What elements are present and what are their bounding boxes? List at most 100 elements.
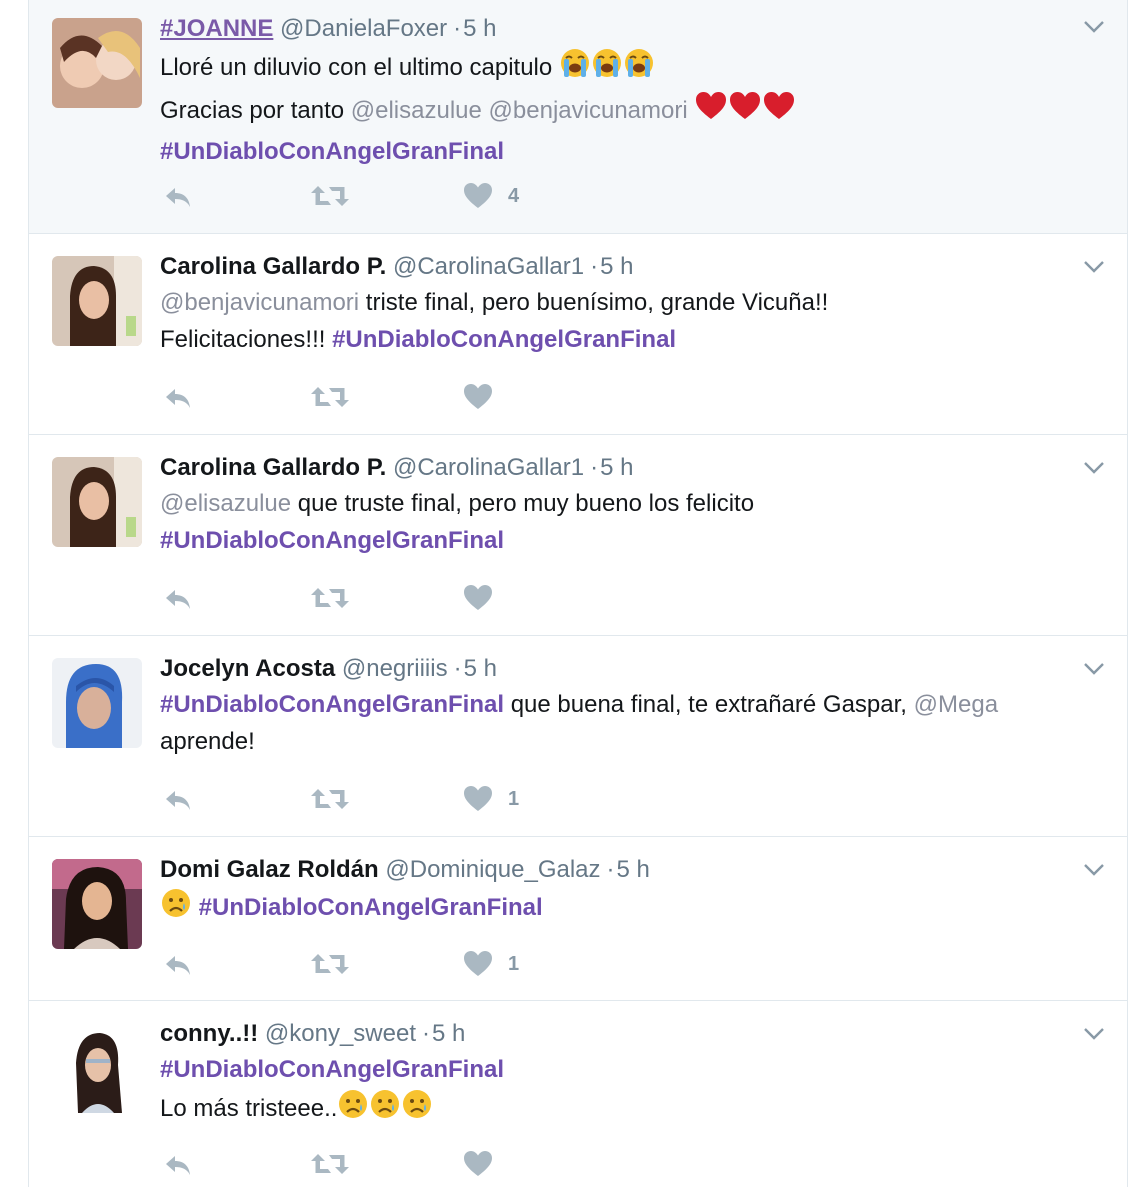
user-fullname[interactable]: conny..!! xyxy=(160,1020,258,1047)
tweet-header: Domi Galaz Roldán @Dominique_Galaz ·5 h xyxy=(160,855,1097,885)
hashtag-link[interactable]: #UnDiabloConAngelGranFinal xyxy=(332,326,676,353)
heart-icon xyxy=(462,1148,494,1180)
user-handle[interactable]: @CarolinaGallar1 xyxy=(393,253,584,280)
retweet-button[interactable] xyxy=(310,948,350,980)
tweet-header: Carolina Gallardo P. @CarolinaGallar1·5 … xyxy=(160,252,1097,282)
tweet-text: #UnDiabloConAngelGranFinal que buena fin… xyxy=(160,686,1097,760)
tweet-timestamp[interactable]: 5 h xyxy=(600,454,633,481)
reply-icon xyxy=(162,1148,194,1180)
separator-dot: · xyxy=(453,655,462,682)
mention-link[interactable]: @elisazulue xyxy=(160,490,291,517)
mention-link[interactable]: @elisazulue xyxy=(351,97,482,124)
like-button[interactable]: 1 xyxy=(462,948,519,980)
heart-icon xyxy=(462,582,494,614)
hashtag-link[interactable]: #UnDiabloConAngelGranFinal xyxy=(199,894,543,921)
retweet-icon xyxy=(310,381,350,413)
reply-button[interactable] xyxy=(162,948,194,980)
reply-icon xyxy=(162,582,194,614)
retweet-button[interactable] xyxy=(310,381,350,413)
separator-dot: · xyxy=(453,15,462,42)
tweet-text-segment: triste final, pero buenísimo, grande Vic… xyxy=(359,289,829,316)
tweet-text-segment: Lloré un diluvio con el ultimo capitulo xyxy=(160,54,553,81)
reply-button[interactable] xyxy=(162,783,194,815)
tweet-header: conny..!! @kony_sweet ·5 h xyxy=(160,1019,1097,1049)
reply-icon xyxy=(162,948,194,980)
chevron-down-icon[interactable] xyxy=(1083,20,1105,34)
chevron-down-icon[interactable] xyxy=(1083,662,1105,676)
tweet[interactable]: Jocelyn Acosta @negriiiis ·5 h #UnDiabloC… xyxy=(29,636,1127,837)
red-heart-icon xyxy=(694,90,796,133)
tweet-text-segment: Lo más tristeee.. xyxy=(160,1095,338,1122)
avatar[interactable] xyxy=(52,859,142,949)
tweet-text-segment: Gracias por tanto xyxy=(160,97,345,124)
reply-icon xyxy=(162,381,194,413)
tweet[interactable]: Carolina Gallardo P. @CarolinaGallar1·5 … xyxy=(29,435,1127,636)
retweet-button[interactable] xyxy=(310,180,350,212)
user-handle[interactable]: @Dominique_Galaz xyxy=(385,856,600,883)
avatar[interactable] xyxy=(52,18,142,108)
user-fullname[interactable]: #JOANNE xyxy=(160,15,273,42)
tweet-text-segment: aprende! xyxy=(160,728,255,755)
tweet-timestamp[interactable]: 5 h xyxy=(432,1020,465,1047)
chevron-down-icon[interactable] xyxy=(1083,461,1105,475)
reply-button[interactable] xyxy=(162,582,194,614)
chevron-down-icon[interactable] xyxy=(1083,260,1105,274)
tweet-text-segment: que truste final, pero muy bueno los fel… xyxy=(297,490,755,517)
like-count: 1 xyxy=(508,787,520,810)
like-button[interactable] xyxy=(462,1148,508,1180)
tweet-timestamp[interactable]: 5 h xyxy=(463,15,496,42)
tweet-header: #JOANNE @DanielaFoxer ·5 h xyxy=(160,14,1097,44)
like-count: 4 xyxy=(508,184,520,207)
retweet-button[interactable] xyxy=(310,582,350,614)
reply-icon xyxy=(162,180,194,212)
tweet[interactable]: #JOANNE @DanielaFoxer ·5 h Lloré un diluv… xyxy=(29,0,1127,234)
user-handle[interactable]: @CarolinaGallar1 xyxy=(393,454,584,481)
avatar[interactable] xyxy=(52,1023,142,1113)
like-button[interactable] xyxy=(462,582,508,614)
reply-icon xyxy=(162,783,194,815)
like-button[interactable] xyxy=(462,381,508,413)
reply-button[interactable] xyxy=(162,1148,194,1180)
heart-icon xyxy=(462,948,494,980)
retweet-icon xyxy=(310,180,350,212)
reply-button[interactable] xyxy=(162,180,194,212)
tweet-timestamp[interactable]: 5 h xyxy=(600,253,633,280)
retweet-icon xyxy=(310,948,350,980)
hashtag-link[interactable]: #UnDiabloConAngelGranFinal xyxy=(160,138,504,165)
chevron-down-icon[interactable] xyxy=(1083,863,1105,877)
hashtag-link[interactable]: #UnDiabloConAngelGranFinal xyxy=(160,691,504,718)
tweet-timestamp[interactable]: 5 h xyxy=(464,655,497,682)
tweet-timestamp[interactable]: 5 h xyxy=(617,856,650,883)
avatar[interactable] xyxy=(52,658,142,748)
mention-link[interactable]: @Mega xyxy=(914,691,998,718)
tweet-text: @elisazulue que truste final, pero muy b… xyxy=(160,485,1097,559)
retweet-icon xyxy=(310,582,350,614)
avatar[interactable] xyxy=(52,256,142,346)
user-fullname[interactable]: Carolina Gallardo P. xyxy=(160,253,386,280)
reply-button[interactable] xyxy=(162,381,194,413)
tweet[interactable]: Domi Galaz Roldán @Dominique_Galaz ·5 h #… xyxy=(29,837,1127,1001)
tweet[interactable]: Carolina Gallardo P. @CarolinaGallar1·5 … xyxy=(29,234,1127,435)
hashtag-link[interactable]: #UnDiabloConAngelGranFinal xyxy=(160,1056,504,1083)
user-fullname[interactable]: Carolina Gallardo P. xyxy=(160,454,386,481)
tweet-text-segment: que buena final, te extrañaré Gaspar, xyxy=(510,691,907,718)
timeline: #JOANNE @DanielaFoxer ·5 h Lloré un diluv… xyxy=(28,0,1128,1187)
chevron-down-icon[interactable] xyxy=(1083,1027,1105,1041)
retweet-button[interactable] xyxy=(310,1148,350,1180)
tweet[interactable]: conny..!! @kony_sweet ·5 h #UnDiabloConAn… xyxy=(29,1001,1127,1187)
heart-icon xyxy=(462,783,494,815)
user-fullname[interactable]: Jocelyn Acosta xyxy=(160,655,335,682)
user-handle[interactable]: @negriiiis xyxy=(342,655,448,682)
mention-link[interactable]: @benjavicunamori xyxy=(160,289,359,316)
like-button[interactable]: 1 xyxy=(462,783,519,815)
retweet-button[interactable] xyxy=(310,783,350,815)
tweet-text-segment: Felicitaciones!!! xyxy=(160,326,326,353)
avatar[interactable] xyxy=(52,457,142,547)
mention-link[interactable]: @benjavicunamori xyxy=(489,97,688,124)
like-button[interactable]: 4 xyxy=(462,180,519,212)
user-handle[interactable]: @kony_sweet xyxy=(265,1020,416,1047)
user-handle[interactable]: @DanielaFoxer xyxy=(280,15,447,42)
separator-dot: · xyxy=(590,454,599,481)
user-fullname[interactable]: Domi Galaz Roldán xyxy=(160,856,379,883)
hashtag-link[interactable]: #UnDiabloConAngelGranFinal xyxy=(160,527,504,554)
